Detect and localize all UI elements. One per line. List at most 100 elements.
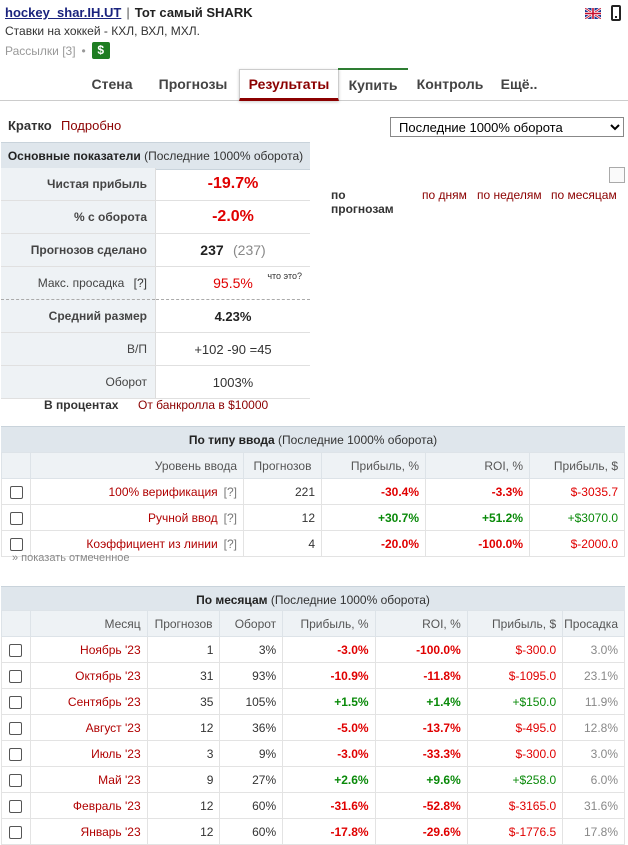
table-header-row: Уровень ввода Прогнозов Прибыль, % ROI, … [1, 452, 625, 479]
turnover-cell: 93% [219, 662, 284, 689]
table-row: Октябрь '23 31 93% -10.9% -11.8% $-1095.0 23.1… [1, 662, 625, 689]
tab-results[interactable]: Результаты [239, 69, 339, 101]
main-tabs: Стена Прогнозы Результаты Купить Контрол… [0, 68, 628, 101]
table-row: 100% верификация [?] 221 -30.4% -3.3% $-3… [1, 478, 625, 505]
net-profit-value: -19.7% [155, 168, 310, 201]
tab-control[interactable]: Контроль [412, 68, 488, 100]
month-link[interactable]: Август '23 [86, 721, 141, 735]
row-checkbox[interactable] [9, 799, 23, 813]
tab-buy[interactable]: Купить [338, 68, 408, 100]
tab-more[interactable]: Ещё.. [494, 68, 544, 100]
row-checkbox[interactable] [9, 669, 23, 683]
uk-flag-icon[interactable] [585, 8, 601, 19]
by-weeks-link[interactable]: по неделям [477, 188, 542, 202]
by-days-link[interactable]: по дням [422, 188, 467, 202]
count-cell: 12 [146, 792, 221, 819]
drawdown-cell: 11.9% [562, 688, 625, 715]
row-checkbox[interactable] [9, 773, 23, 787]
table-row: Май '23 9 27% +2.6% +9.6% +$258.0 6.0% [1, 766, 625, 793]
stat-label: Чистая прибыль [1, 168, 156, 201]
drawdown-cell: 3.0% [562, 740, 625, 767]
profit-pct-cell: -31.6% [282, 792, 376, 819]
tab-wall[interactable]: Стена [80, 68, 144, 100]
drawdown-cell: 6.0% [562, 766, 625, 793]
row-checkbox[interactable] [9, 643, 23, 657]
column-header: Прибыль, % [282, 610, 376, 637]
stat-label: Средний размер [1, 299, 156, 333]
turnover-cell: 9% [219, 740, 284, 767]
by-months-link[interactable]: по месяцам [551, 188, 617, 202]
input-level-name[interactable]: 100% верификация [109, 485, 218, 499]
view-brief[interactable]: Кратко [8, 118, 52, 133]
row-checkbox[interactable] [9, 825, 23, 839]
mobile-icon[interactable] [611, 5, 621, 21]
show-marked-link[interactable]: » показать отмеченное [12, 552, 130, 564]
input-level-name[interactable]: Ручной ввод [148, 511, 218, 525]
profit-pct-cell: -3.0% [282, 636, 376, 663]
drawdown-help[interactable]: [?] [134, 276, 147, 290]
stat-row: Макс. просадка [?] 95.5% что это? [1, 266, 310, 300]
profit-pct-cell: +2.6% [282, 766, 376, 793]
turnover-value: 1003% [155, 365, 310, 399]
turnover-cell: 36% [219, 714, 284, 741]
column-header: Прогнозов [243, 452, 322, 479]
month-link[interactable]: Январь '23 [81, 825, 141, 839]
what-is-it-link[interactable]: что это? [267, 271, 302, 281]
count-cell: 3 [146, 740, 221, 767]
turnover-pct-value: -2.0% [155, 200, 310, 234]
row-checkbox[interactable] [9, 537, 23, 551]
table-row: Август '23 12 36% -5.0% -13.7% $-495.0 12.8% [1, 714, 625, 741]
stat-label: Прогнозов сделано [1, 233, 156, 267]
profile-title: hockey_shar.IH.UT | Тот самый SHARK [5, 5, 253, 20]
period-select[interactable]: Последние 1000% оборота [390, 117, 624, 137]
month-link[interactable]: Октябрь '23 [75, 669, 140, 683]
roi-cell: -100.0% [425, 530, 530, 557]
mailings-row: Рассылки [3] • $ [5, 42, 110, 59]
profit-usd-cell: $-1095.0 [466, 662, 564, 689]
profit-usd-cell: $-300.0 [466, 740, 564, 767]
drawdown-cell: 17.8% [562, 818, 625, 845]
username-link[interactable]: hockey_shar.IH.UT [5, 5, 121, 20]
view-detailed[interactable]: Подробно [61, 118, 121, 133]
table-row: Ручной ввод [?] 12 +30.7% +51.2% +$3070.0 [1, 504, 625, 531]
from-bank-link[interactable]: От банкролла в $10000 [138, 398, 268, 412]
profile-header: hockey_shar.IH.UT | Тот самый SHARK Ставки… [0, 0, 628, 62]
row-checkbox[interactable] [9, 747, 23, 761]
drawdown-cell: 3.0% [562, 636, 625, 663]
mailings-link[interactable]: Рассылки [3] [5, 44, 76, 58]
by-forecasts-label[interactable]: по прогнозам [331, 188, 394, 216]
count-cell: 4 [243, 530, 322, 557]
column-header: Просадка [562, 610, 625, 637]
tab-forecasts[interactable]: Прогнозы [150, 68, 236, 100]
drawdown-cell: 12.8% [562, 714, 625, 741]
row-checkbox[interactable] [9, 511, 23, 525]
month-link[interactable]: Ноябрь '23 [80, 643, 141, 657]
column-header: ROI, % [374, 610, 468, 637]
by-month-title: По месяцам [196, 593, 268, 607]
stat-label: В/П [1, 332, 156, 366]
help-icon[interactable]: [?] [224, 485, 237, 499]
row-checkbox[interactable] [9, 695, 23, 709]
stat-label: Макс. просадка [37, 276, 125, 290]
input-level-name[interactable]: Коэффициент из линии [86, 537, 217, 551]
in-percent-link[interactable]: В процентах [44, 398, 118, 412]
profit-pct-cell: -5.0% [282, 714, 376, 741]
turnover-cell: 3% [219, 636, 284, 663]
month-link[interactable]: Февраль '23 [73, 799, 141, 813]
help-icon[interactable]: [?] [224, 511, 237, 525]
turnover-cell: 60% [219, 818, 284, 845]
row-checkbox[interactable] [9, 721, 23, 735]
profile-name: Тот самый SHARK [134, 5, 253, 20]
main-stats-title: Основные показатели [7, 149, 141, 163]
profit-pct-cell: -3.0% [282, 740, 376, 767]
help-icon[interactable]: [?] [224, 537, 237, 551]
month-link[interactable]: Май '23 [98, 773, 140, 787]
dollar-icon[interactable]: $ [91, 42, 110, 59]
profit-pct-cell: -17.8% [282, 818, 376, 845]
count-cell: 12 [243, 504, 322, 531]
row-checkbox[interactable] [9, 485, 23, 499]
month-link[interactable]: Июль '23 [91, 747, 141, 761]
column-header: Прибыль, % [321, 452, 426, 479]
profit-usd-cell: $-2000.0 [529, 530, 625, 557]
month-link[interactable]: Сентябрь '23 [68, 695, 141, 709]
